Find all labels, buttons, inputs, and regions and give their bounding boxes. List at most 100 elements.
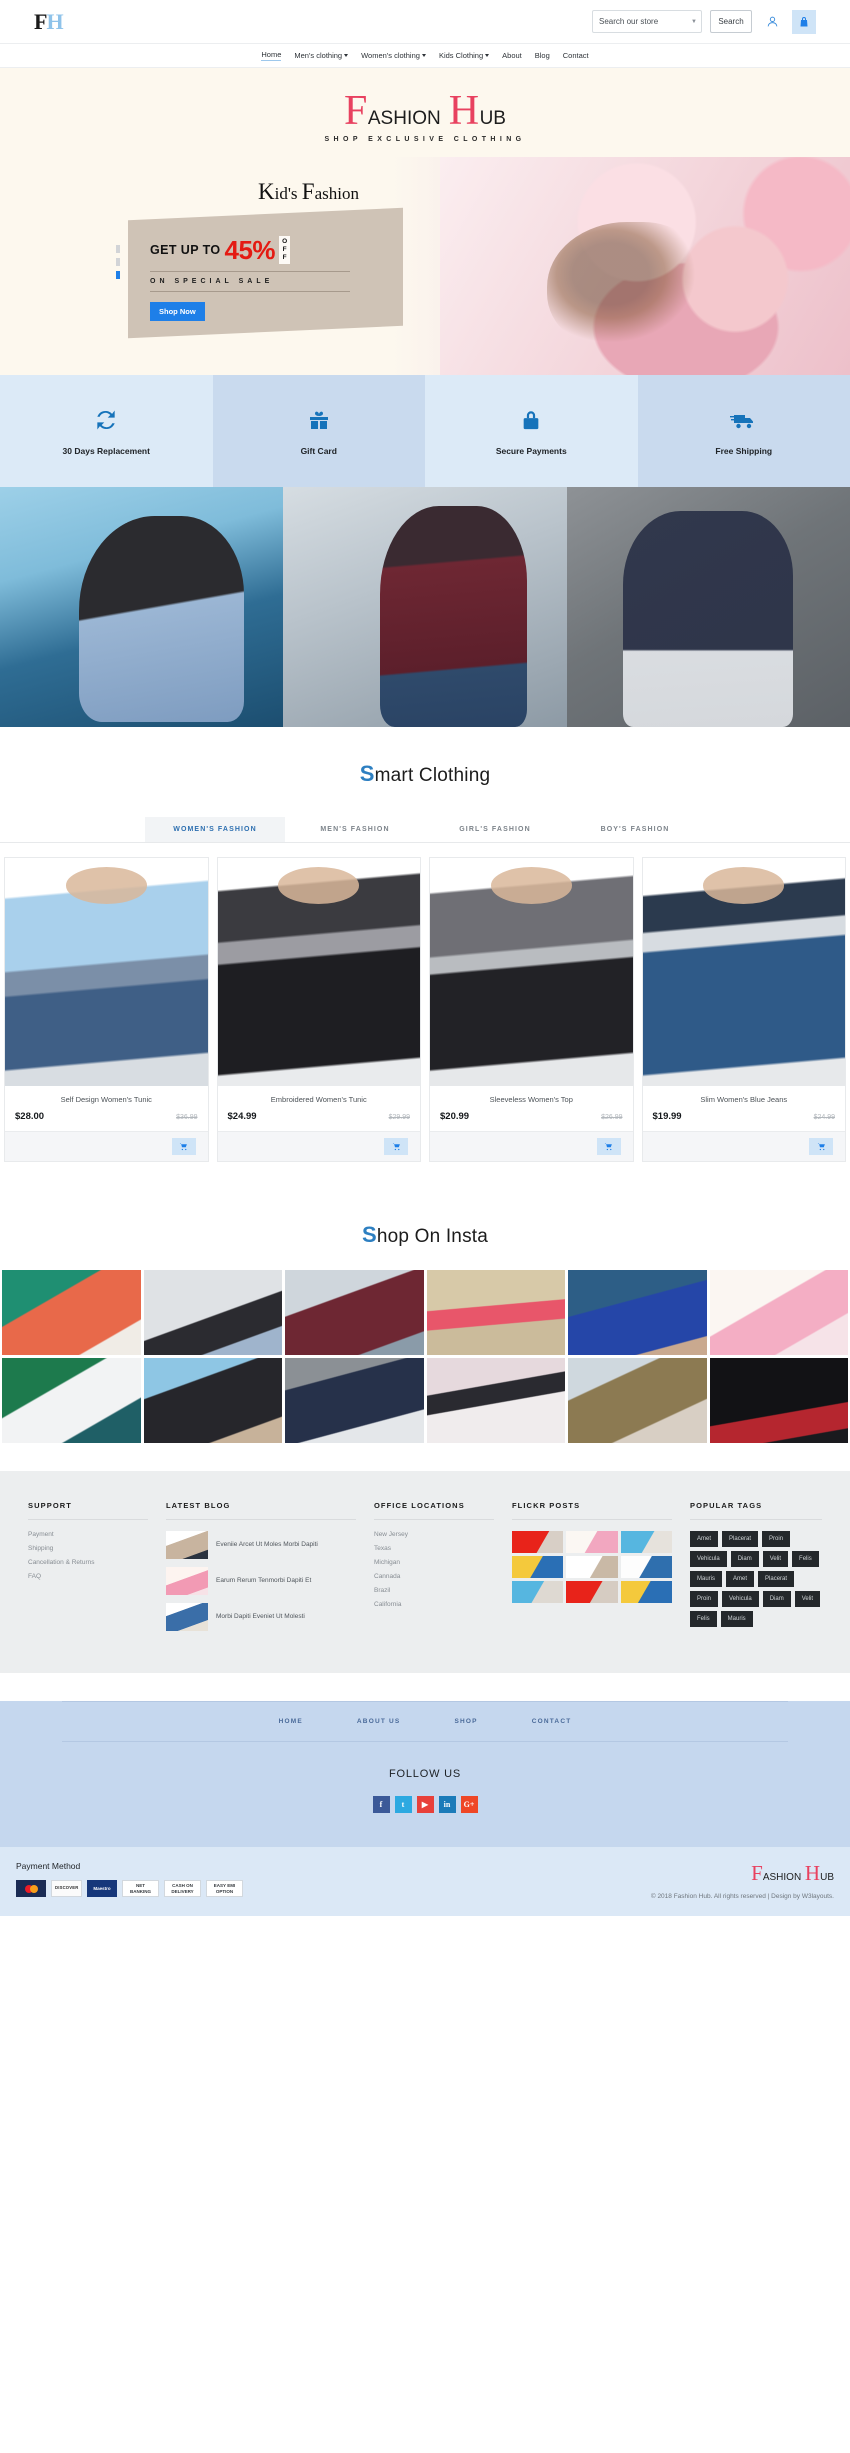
support-link-cancellation[interactable]: Cancellation & Returns: [28, 1559, 148, 1566]
tab-womens-fashion[interactable]: WOMEN'S FASHION: [145, 817, 285, 842]
footer-nav-about-us[interactable]: ABOUT US: [357, 1718, 401, 1725]
instagram-post[interactable]: [285, 1270, 424, 1355]
tag[interactable]: Proin: [762, 1531, 791, 1547]
nav-item-kids-clothing[interactable]: Kids Clothing: [439, 51, 490, 61]
instagram-post[interactable]: [143, 1270, 282, 1355]
product-image[interactable]: [217, 858, 420, 1086]
cart-button[interactable]: [792, 9, 816, 34]
mini-logo[interactable]: FH: [34, 9, 64, 35]
tag[interactable]: Mauris: [690, 1571, 723, 1587]
blog-post-item[interactable]: Eveniie Arcet Ut Moles Morbi Dapiti: [166, 1531, 356, 1559]
office-location[interactable]: Michigan: [374, 1559, 494, 1566]
slider-dot-3[interactable]: [116, 271, 120, 279]
nav-item-blog[interactable]: Blog: [535, 51, 550, 61]
facebook-icon[interactable]: f: [372, 1796, 390, 1813]
instagram-post[interactable]: [285, 1358, 424, 1443]
add-to-cart-button[interactable]: [171, 1138, 196, 1155]
net-banking-option[interactable]: NET BANKING: [122, 1880, 159, 1897]
office-location[interactable]: California: [374, 1601, 494, 1608]
maestro-icon[interactable]: Maestro: [87, 1880, 117, 1897]
category-kids-image[interactable]: [566, 487, 850, 727]
support-link-faq[interactable]: FAQ: [28, 1573, 148, 1580]
product-image[interactable]: [430, 858, 633, 1086]
tag[interactable]: Velit: [794, 1591, 821, 1607]
account-button[interactable]: [760, 10, 784, 34]
nav-item-mens-clothing[interactable]: Men's clothing: [294, 51, 349, 61]
tag[interactable]: Placerat: [758, 1571, 795, 1587]
add-to-cart-button[interactable]: [596, 1138, 621, 1155]
cash-on-delivery-option[interactable]: CASH ON DELIVERY: [164, 1880, 201, 1897]
office-location[interactable]: Texas: [374, 1545, 494, 1552]
easy-emi-option[interactable]: EASY EMI OPTION: [206, 1880, 243, 1897]
linkedin-icon[interactable]: in: [438, 1796, 456, 1813]
discover-icon[interactable]: DISCOVER: [51, 1880, 82, 1897]
office-location[interactable]: Cannada: [374, 1573, 494, 1580]
flickr-post[interactable]: [566, 1581, 618, 1603]
tab-girls-fashion[interactable]: GIRL'S FASHION: [425, 817, 565, 842]
tab-mens-fashion[interactable]: MEN'S FASHION: [285, 817, 425, 842]
tag[interactable]: Velit: [762, 1551, 789, 1567]
tag[interactable]: Vehicula: [722, 1591, 759, 1607]
tag[interactable]: Felis: [690, 1611, 717, 1627]
tag[interactable]: Vehicula: [690, 1551, 727, 1567]
blog-post-item[interactable]: Morbi Dapiti Eveniet Ut Molesti: [166, 1603, 356, 1631]
flickr-post[interactable]: [512, 1581, 564, 1603]
tag[interactable]: Diam: [762, 1591, 791, 1607]
tag[interactable]: Diam: [730, 1551, 759, 1567]
instagram-post[interactable]: [426, 1358, 565, 1443]
footer-logo[interactable]: FASHION HUB: [474, 1863, 834, 1884]
service-secure-payments[interactable]: Secure Payments: [425, 375, 638, 487]
service-replacement[interactable]: 30 Days Replacement: [0, 375, 213, 487]
instagram-post[interactable]: [568, 1358, 707, 1443]
footer-nav-contact[interactable]: CONTACT: [532, 1718, 572, 1725]
flickr-post[interactable]: [620, 1556, 672, 1578]
support-link-payment[interactable]: Payment: [28, 1531, 148, 1538]
category-men-image[interactable]: [283, 487, 567, 727]
flickr-post[interactable]: [512, 1531, 564, 1553]
support-link-shipping[interactable]: Shipping: [28, 1545, 148, 1552]
tag[interactable]: Proin: [690, 1591, 719, 1607]
instagram-post[interactable]: [2, 1270, 141, 1355]
tag[interactable]: Amet: [726, 1571, 755, 1587]
product-card[interactable]: Self Design Women's Tunic $28.00 $36.99: [4, 857, 209, 1162]
slider-dot-1[interactable]: [116, 245, 120, 253]
tag[interactable]: Amet: [690, 1531, 719, 1547]
youtube-icon[interactable]: ▶: [416, 1796, 434, 1813]
flickr-post[interactable]: [512, 1556, 564, 1578]
footer-nav-shop[interactable]: SHOP: [454, 1718, 477, 1725]
nav-item-about[interactable]: About: [502, 51, 522, 61]
googleplus-icon[interactable]: G+: [460, 1796, 478, 1813]
slider-dot-2[interactable]: [116, 258, 120, 266]
add-to-cart-button[interactable]: [384, 1138, 408, 1155]
flickr-post[interactable]: [566, 1531, 618, 1553]
tag[interactable]: Felis: [792, 1551, 819, 1567]
product-image[interactable]: [5, 858, 208, 1086]
shop-now-button[interactable]: Shop Now: [150, 302, 205, 322]
nav-item-contact[interactable]: Contact: [563, 51, 589, 61]
twitter-icon[interactable]: t: [394, 1796, 412, 1813]
product-card[interactable]: Sleeveless Women's Top $20.99 $26.99: [429, 857, 634, 1162]
flickr-post[interactable]: [566, 1556, 618, 1578]
tag[interactable]: Mauris: [720, 1611, 753, 1627]
flickr-post[interactable]: [620, 1581, 672, 1603]
search-category-select[interactable]: Search our store ▼: [592, 10, 702, 33]
search-button[interactable]: Search: [710, 10, 752, 33]
instagram-post[interactable]: [143, 1358, 282, 1443]
office-location[interactable]: New Jersey: [374, 1531, 494, 1538]
footer-nav-home[interactable]: HOME: [279, 1718, 303, 1725]
tab-boys-fashion[interactable]: BOY'S FASHION: [565, 817, 705, 842]
product-card[interactable]: Embroidered Women's Tunic $24.99 $29.99: [216, 857, 421, 1162]
nav-item-home[interactable]: Home: [261, 50, 282, 61]
mastercard-icon[interactable]: [16, 1880, 46, 1897]
service-free-shipping[interactable]: Free Shipping: [637, 375, 850, 487]
nav-item-womens-clothing[interactable]: Women's clothing: [361, 51, 426, 61]
instagram-post[interactable]: [709, 1270, 848, 1355]
tag[interactable]: Placerat: [722, 1531, 759, 1547]
instagram-post[interactable]: [709, 1358, 848, 1443]
brand-logo[interactable]: FASHION HUB: [0, 90, 850, 132]
add-to-cart-button[interactable]: [809, 1138, 833, 1155]
instagram-post[interactable]: [426, 1270, 565, 1355]
product-card[interactable]: Slim Women's Blue Jeans $19.99 $24.99: [641, 857, 846, 1162]
flickr-post[interactable]: [620, 1531, 672, 1553]
blog-post-item[interactable]: Earum Rerum Tenmorbi Dapiti Et: [166, 1567, 356, 1595]
